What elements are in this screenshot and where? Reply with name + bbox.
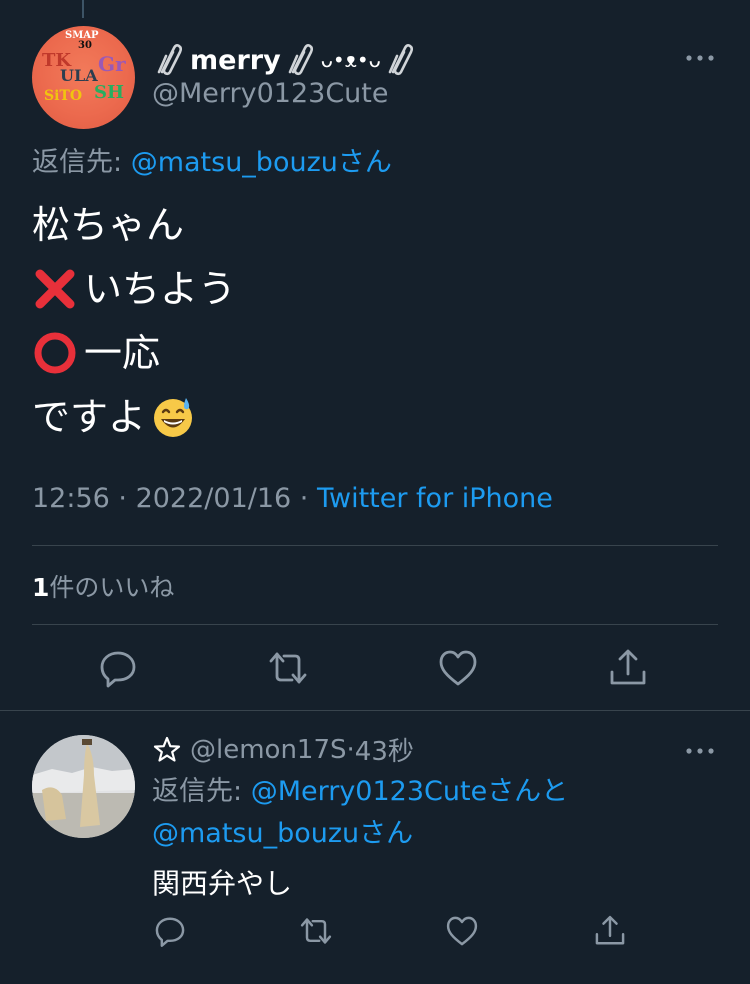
reply-button[interactable]	[96, 646, 140, 690]
reply-to-line: 返信先: @Merry0123Cuteさんと @matsu_bouzuさん	[152, 771, 568, 855]
meta-separator: ·	[299, 483, 317, 514]
divider	[32, 624, 718, 625]
reply-to-prefix: 返信先:	[32, 147, 131, 178]
reply-to-prefix: 返信先:	[152, 776, 251, 807]
avatar-text: 30	[78, 40, 92, 51]
like-button[interactable]	[444, 913, 480, 949]
share-icon	[595, 915, 625, 945]
share-button[interactable]	[606, 646, 650, 690]
reply-header: @lemon17S · 43秒	[152, 731, 414, 768]
reply-to-user-link[interactable]: @matsu_bouzu	[152, 818, 359, 849]
user-handle[interactable]: @Merry0123Cute	[152, 78, 389, 109]
paperclip-icon	[157, 44, 183, 76]
tweet-meta: 12:56 · 2022/01/16 · Twitter for iPhone	[32, 483, 553, 514]
reply-icon	[155, 917, 185, 947]
circle-mark-icon	[34, 332, 76, 374]
divider	[32, 545, 718, 546]
reply-to-mid[interactable]: さんと	[487, 776, 568, 807]
reply-to-suffix[interactable]: さん	[359, 818, 413, 849]
more-options-icon[interactable]	[684, 741, 716, 761]
star-icon	[153, 736, 181, 762]
meta-separator: ·	[118, 483, 136, 514]
share-button[interactable]	[592, 913, 628, 949]
tweet-source-link[interactable]: Twitter for iPhone	[317, 483, 553, 514]
reply-time-ago: 43秒	[354, 737, 414, 767]
likes-count[interactable]: 1件のいいね	[32, 568, 174, 604]
main-tweet: SMAP 30 TK Gr ULA SiTO SH merry ᴗ•ᴥ•ᴗ @M…	[0, 0, 750, 712]
display-name-text: merry	[190, 44, 281, 76]
reply-user-handle[interactable]: @lemon17S	[190, 735, 347, 765]
meta-separator: ·	[346, 734, 355, 765]
tweet-text: 松ちゃん いちよう 一応 ですよ	[32, 193, 236, 449]
paperclip-icon	[388, 44, 414, 76]
tweet-date: 2022/01/16	[135, 483, 292, 514]
tweet-line: ですよ	[32, 395, 147, 439]
tweet-time: 12:56	[32, 483, 110, 514]
heart-icon	[446, 916, 478, 946]
reply-to-line: 返信先: @matsu_bouzuさん	[32, 140, 392, 179]
reply-button[interactable]	[152, 913, 188, 949]
retweet-button[interactable]	[298, 913, 334, 949]
grinning-sweat-emoji-icon	[154, 398, 193, 437]
like-count-number: 1	[32, 573, 50, 602]
retweet-icon	[269, 652, 307, 684]
avatar[interactable]: SMAP 30 TK Gr ULA SiTO SH	[32, 26, 135, 129]
reply-tweet-text: 関西弁やし	[152, 867, 293, 900]
reply-to-user-link[interactable]: @Merry0123Cute	[251, 776, 488, 807]
like-count-label: 件のいいね	[49, 573, 175, 602]
reply-to-suffix[interactable]: さん	[338, 147, 392, 178]
display-name[interactable]: merry ᴗ•ᴥ•ᴗ	[152, 40, 419, 80]
like-button[interactable]	[436, 646, 480, 690]
reply-to-user-link[interactable]: @matsu_bouzu	[131, 147, 338, 178]
share-icon	[610, 649, 646, 685]
reply-tweet[interactable]: @lemon17S · 43秒 返信先: @Merry0123Cuteさんと @m…	[0, 711, 750, 984]
retweet-icon	[300, 918, 332, 944]
cross-mark-icon	[35, 269, 75, 309]
display-name-face: ᴗ•ᴥ•ᴗ	[320, 47, 381, 72]
avatar-photo	[32, 735, 135, 838]
reply-icon	[100, 651, 136, 688]
tweet-line: 一応	[84, 331, 161, 375]
tweet-line: 松ちゃん	[32, 203, 185, 247]
retweet-button[interactable]	[266, 646, 310, 690]
more-options-icon[interactable]	[684, 48, 716, 68]
heart-icon	[439, 650, 477, 686]
paperclip-icon	[288, 44, 313, 76]
avatar[interactable]	[32, 735, 135, 838]
tweet-line: いちよう	[84, 267, 237, 311]
